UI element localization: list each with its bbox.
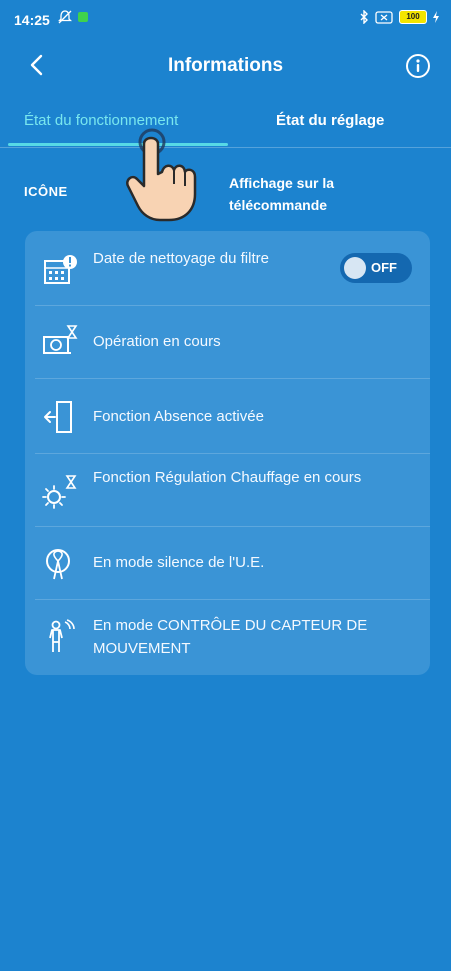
tab-bar: État du fonctionnement État du réglage [0, 100, 451, 150]
filter-calendar-alert-icon [44, 255, 77, 284]
toggle-state-label: OFF [371, 260, 397, 275]
list-item-operation: Opération en cours [25, 306, 430, 378]
row-label: En mode CONTRÔLE DU CAPTEUR DE MOUVEMENT [93, 617, 368, 657]
display-column-header: Affichage sur la télécommande [229, 175, 335, 213]
app-bar: Informations [0, 45, 451, 89]
row-label: Fonction Absence activée [93, 408, 264, 425]
notifications-off-icon [58, 10, 72, 24]
sun-hourglass-icon [42, 475, 77, 509]
motion-sensor-person-icon [49, 619, 75, 652]
list-item-heating-regulation: Fonction Régulation Chauffage en cours [25, 454, 430, 526]
door-exit-icon [44, 401, 72, 433]
filter-cleaning-toggle[interactable]: OFF [340, 253, 412, 283]
status-list-card: Date de nettoyage du filtre OFF Opératio… [25, 231, 430, 675]
list-item-motion-sensor: En mode CONTRÔLE DU CAPTEUR DE MOUVEMENT [25, 600, 430, 675]
unit-hourglass-icon [43, 325, 78, 354]
bluetooth-icon [360, 10, 368, 24]
silent-fan-icon [46, 549, 70, 580]
page-title: Informations [167, 55, 284, 76]
toggle-knob [344, 257, 366, 279]
battery-icon: 100 [399, 10, 427, 24]
tabs-divider [0, 147, 451, 148]
tapping-hand-icon [126, 128, 197, 222]
status-time: 14:25 [14, 12, 50, 28]
tab-settings-status[interactable]: État du réglage [276, 112, 384, 129]
tab-operation-status[interactable]: État du fonctionnement [24, 112, 178, 129]
charging-icon [433, 11, 439, 23]
row-label: En mode silence de l'U.E. [93, 554, 265, 571]
status-bar: 14:25 100 [0, 0, 451, 36]
app-notification-icon [78, 12, 88, 22]
list-item-silent-mode: En mode silence de l'U.E. [25, 527, 430, 599]
sim-icon [375, 10, 393, 24]
info-circle-icon[interactable] [405, 53, 431, 79]
list-item-filter-cleaning: Date de nettoyage du filtre OFF [25, 231, 430, 305]
row-label: Fonction Régulation Chauffage en cours [93, 469, 362, 486]
row-label: Opération en cours [93, 333, 221, 350]
icon-column-header: ICÔNE [24, 184, 68, 199]
list-item-absence: Fonction Absence activée [25, 379, 430, 453]
